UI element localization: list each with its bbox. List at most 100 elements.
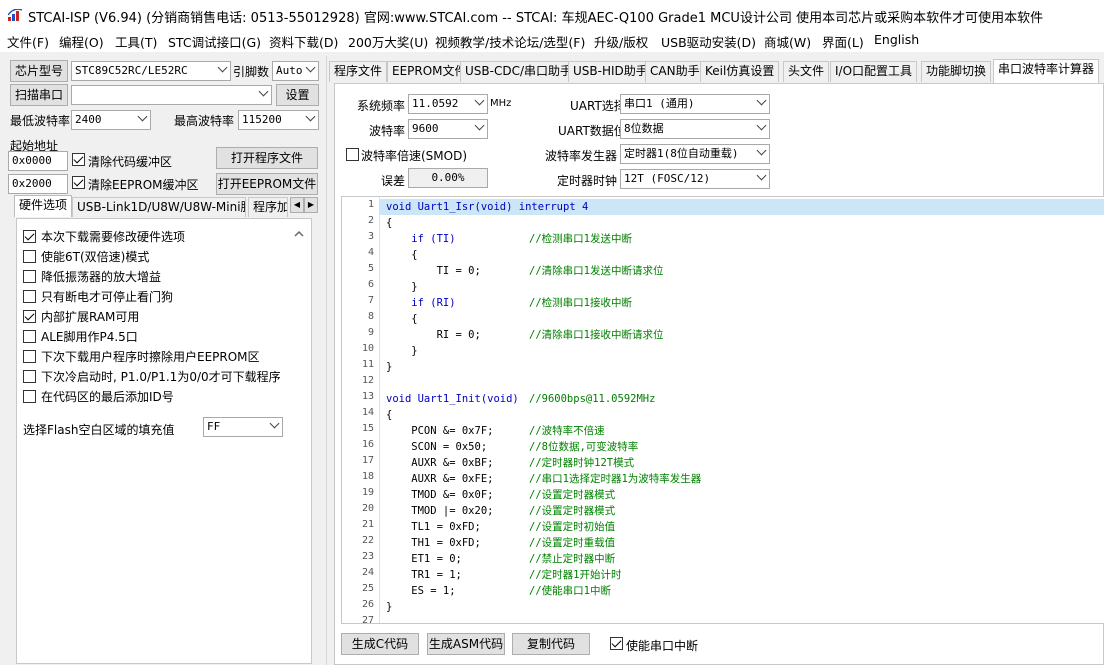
- app-logo-icon: [8, 9, 22, 21]
- open-eeprom-button[interactable]: 打开EEPROM文件: [216, 173, 318, 195]
- option-checkbox[interactable]: [23, 390, 36, 403]
- code-editor[interactable]: 1 2 3 4 5 6 7 8 9 10 11 12 13 14 15 16 17 18 19 20 21 22 23 24 2…: [341, 196, 1104, 624]
- uart-select-label: UART选择: [570, 99, 626, 113]
- menu-interface[interactable]: 界面(L): [822, 32, 864, 51]
- window-title: STCAI-ISP (V6.94) (分销商销售电话: 0513-5501292…: [28, 11, 1044, 26]
- menu-video[interactable]: 视频教学/技术论坛/选型(F): [435, 32, 585, 51]
- enable-uart-interrupt-checkbox[interactable]: [610, 637, 623, 650]
- option-checkbox[interactable]: [23, 270, 36, 283]
- tab-scroll-right-button[interactable]: ▶: [304, 197, 318, 213]
- tab-usb-link[interactable]: USB-Link1D/U8W/U8W-Mini脱机: [72, 197, 246, 217]
- option-checkbox[interactable]: [23, 370, 36, 383]
- chip-type-button[interactable]: 芯片型号: [10, 60, 68, 82]
- code-line: TH1 = 0xFD; //设置定时重载值: [386, 535, 1104, 551]
- code-line: }: [386, 359, 1104, 375]
- tab-usb-cdc[interactable]: USB-CDC/串口助手: [460, 61, 578, 82]
- code-text: if (RI): [386, 297, 456, 309]
- tab-usb-hid[interactable]: USB-HID助手: [568, 61, 653, 82]
- code-text: TMOD &= 0x0F;: [386, 489, 494, 501]
- menu-file[interactable]: 文件(F): [7, 32, 49, 51]
- pin-count-select[interactable]: Auto: [272, 61, 319, 81]
- option-checkbox[interactable]: [23, 310, 36, 323]
- baud-rate-select[interactable]: 9600: [408, 119, 488, 139]
- chevron-down-icon: [137, 111, 148, 122]
- serial-port-select[interactable]: [71, 85, 272, 105]
- option-checkbox[interactable]: [23, 350, 36, 363]
- menu-download[interactable]: 资料下载(D): [269, 32, 338, 51]
- menu-english[interactable]: English: [874, 32, 919, 47]
- tab-pin-switch[interactable]: 功能脚切换: [921, 61, 992, 82]
- baud-generator-select[interactable]: 定时器1(8位自动重载): [620, 144, 770, 164]
- tab-program-file[interactable]: 程序文件: [329, 61, 388, 82]
- menu-award[interactable]: 200万大奖(U): [348, 32, 428, 51]
- code-comment: //串口1选择定时器1为波特率发生器: [529, 473, 702, 485]
- menu-upgrade[interactable]: 升级/版权: [594, 32, 648, 51]
- line-number: 15: [361, 423, 374, 434]
- settings-button[interactable]: 设置: [276, 84, 319, 106]
- tab-header-file[interactable]: 头文件: [783, 61, 830, 82]
- line-number: 13: [361, 391, 374, 402]
- code-text: TMOD |= 0x20;: [386, 505, 494, 517]
- timer-clock-select[interactable]: 12T (FOSC/12): [620, 169, 770, 189]
- enable-uart-interrupt-label: 使能串口中断: [626, 639, 699, 653]
- option-checkbox[interactable]: [23, 250, 36, 263]
- panel-divider: [326, 56, 327, 665]
- menu-tools[interactable]: 工具(T): [115, 32, 157, 51]
- max-baud-label: 最高波特率: [174, 114, 235, 128]
- clear-eeprom-checkbox[interactable]: [72, 176, 85, 189]
- chip-type-select[interactable]: STC89C52RC/LE52RC: [71, 61, 231, 81]
- tab-eeprom-file[interactable]: EEPROM文件: [387, 61, 472, 82]
- scan-port-button[interactable]: 扫描串口: [10, 84, 68, 106]
- start-address-input[interactable]: 0x0000: [8, 151, 68, 171]
- tab-keil[interactable]: Keil仿真设置: [700, 61, 780, 82]
- code-line: if (TI) //检测串口1发送中断: [386, 231, 1104, 247]
- line-number: 3: [367, 231, 374, 242]
- line-number: 6: [367, 279, 374, 290]
- option-checkbox[interactable]: [23, 330, 36, 343]
- scroll-up-icon[interactable]: [294, 227, 304, 237]
- uart-bits-select[interactable]: 8位数据: [620, 119, 770, 139]
- generate-c-button[interactable]: 生成C代码: [341, 633, 419, 655]
- generate-asm-button[interactable]: 生成ASM代码: [427, 633, 505, 655]
- code-line: AUXR &= 0xBF; //定时器时钟12T模式: [386, 455, 1104, 471]
- tab-can[interactable]: CAN助手: [645, 61, 705, 82]
- error-label: 误差: [381, 174, 406, 188]
- sys-freq-select[interactable]: 11.0592: [408, 94, 488, 114]
- code-text: void Uart1_Init(void): [386, 393, 519, 405]
- code-text: {: [386, 313, 418, 325]
- fill-value-label: 选择Flash空白区域的填充值: [23, 423, 175, 437]
- chevron-down-icon: [756, 95, 767, 106]
- chevron-down-icon: [217, 62, 228, 73]
- chevron-down-icon: [756, 170, 767, 181]
- eeprom-address-input[interactable]: 0x2000: [8, 174, 68, 194]
- code-text: void Uart1_Isr(void) interrupt 4: [386, 201, 589, 213]
- menu-shop[interactable]: 商城(W): [764, 32, 811, 51]
- clear-code-checkbox[interactable]: [72, 153, 85, 166]
- min-baud-select[interactable]: 2400: [71, 110, 151, 130]
- line-number: 27: [361, 615, 374, 624]
- max-baud-select[interactable]: 115200: [238, 110, 319, 130]
- tab-scroll-left-button[interactable]: ◀: [290, 197, 304, 213]
- chevron-down-icon: [474, 120, 485, 131]
- tab-io-config[interactable]: I/O口配置工具: [830, 61, 918, 82]
- line-number: 5: [367, 263, 374, 274]
- uart-select[interactable]: 串口1 (通用): [620, 94, 770, 114]
- code-text: {: [386, 217, 393, 229]
- menu-usb-driver[interactable]: USB驱动安装(D): [661, 32, 756, 51]
- code-text: }: [386, 345, 418, 357]
- fill-value-select[interactable]: FF: [203, 417, 283, 437]
- code-text: {: [386, 409, 393, 421]
- open-program-button[interactable]: 打开程序文件: [216, 147, 318, 169]
- code-text: }: [386, 601, 393, 613]
- menu-debug[interactable]: STC调试接口(G): [168, 32, 261, 51]
- option-checkbox[interactable]: [23, 290, 36, 303]
- copy-code-button[interactable]: 复制代码: [512, 633, 590, 655]
- tab-baud-calculator[interactable]: 串口波特率计算器: [993, 59, 1100, 83]
- code-area[interactable]: void Uart1_Isr(void) interrupt 4 { if (TI…: [380, 197, 1104, 623]
- tab-hardware-options[interactable]: 硬件选项: [14, 195, 73, 217]
- menu-program[interactable]: 编程(O): [59, 32, 104, 51]
- smod-checkbox[interactable]: [346, 148, 359, 161]
- option-checkbox[interactable]: [23, 230, 36, 243]
- tab-program-encrypt[interactable]: 程序加: [248, 197, 288, 217]
- code-comment: //波特率不倍速: [529, 425, 605, 437]
